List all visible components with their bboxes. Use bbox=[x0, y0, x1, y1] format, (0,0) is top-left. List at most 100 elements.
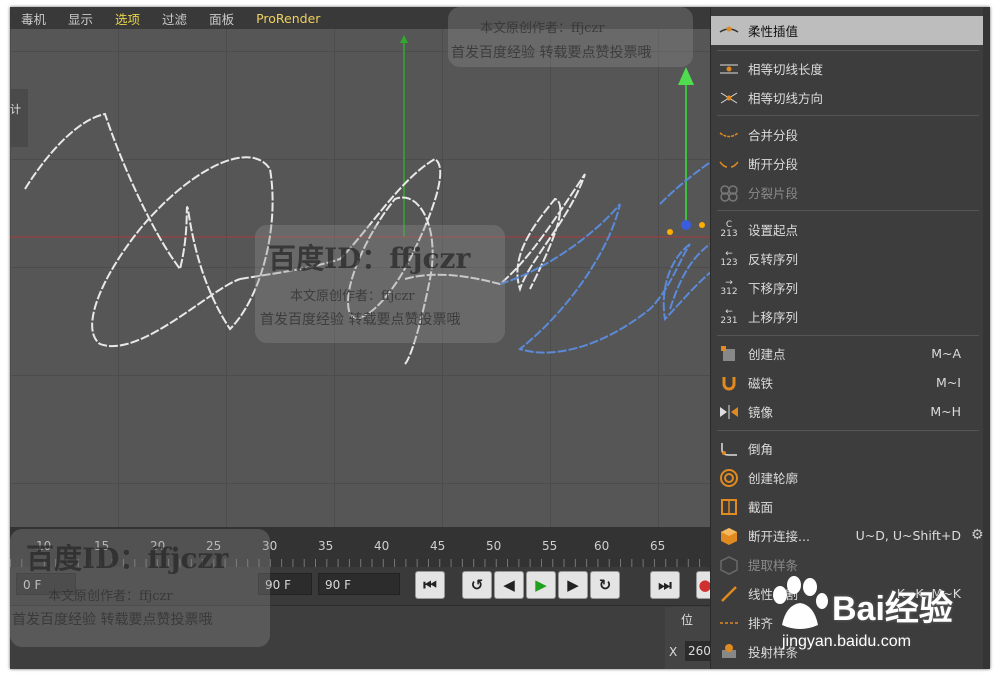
menu-item-reverse-sequence[interactable]: ← 123 反转序列 bbox=[711, 244, 983, 273]
mirror-icon bbox=[716, 401, 742, 423]
menu-item-disconnect[interactable]: 断开连接... U~D, U~Shift+D bbox=[711, 521, 983, 550]
tick-label: 65 bbox=[650, 539, 666, 553]
soft-interpolation-icon bbox=[716, 20, 742, 42]
tick-label: 60 bbox=[594, 539, 610, 553]
prev-frame-icon: ◀ bbox=[503, 576, 515, 594]
cinema4d-window: 毒机 显示 选项 过滤 面板 ProRender 计 10 15 20 25 3… bbox=[10, 7, 990, 669]
menu-item-label: 提取样条 bbox=[748, 558, 799, 573]
gizmo-y-arrow-icon bbox=[678, 67, 694, 85]
menu-item-explode-segments[interactable]: 分裂片段 bbox=[711, 178, 983, 207]
move-down-sequence-icon: → 312 bbox=[720, 277, 738, 297]
menu-item-label: 倒角 bbox=[748, 442, 774, 457]
menu-item-label: 镜像 bbox=[748, 405, 774, 420]
watermark-top-author: 本文原创作者：ffjczr bbox=[480, 21, 605, 36]
menu-item-cross-section[interactable]: 截面 bbox=[711, 492, 983, 521]
menu-item-move-up-sequence[interactable]: ← 231 上移序列 bbox=[711, 302, 983, 331]
next-key-icon: ↻ bbox=[598, 576, 612, 594]
next-key-button[interactable]: ↻ bbox=[590, 571, 620, 599]
play-icon: ▶ bbox=[535, 576, 547, 594]
menu-panel[interactable]: 面板 bbox=[198, 9, 245, 28]
menu-camera[interactable]: 毒机 bbox=[10, 9, 57, 28]
menu-item-label: 上移序列 bbox=[748, 310, 799, 325]
max-frame-field[interactable]: 90 F bbox=[318, 573, 400, 595]
play-button[interactable]: ▶ bbox=[526, 571, 556, 599]
menu-separator bbox=[717, 430, 979, 431]
baidu-jingyan-logo: Bai经验 jingyan.baidu.com bbox=[762, 575, 992, 655]
menu-item-label: 设置起点 bbox=[748, 223, 799, 238]
menu-item-label: 断开连接... bbox=[748, 529, 810, 544]
menu-item-join-segment[interactable]: 合并分段 bbox=[711, 120, 983, 149]
menu-item-create-point[interactable]: 创建点 M~A bbox=[711, 339, 983, 368]
watermark-bottom-note: 首发百度经验 转载要点赞投票哦 bbox=[12, 612, 213, 628]
tick-label: 55 bbox=[542, 539, 558, 553]
menu-item-move-down-sequence[interactable]: → 312 下移序列 bbox=[711, 273, 983, 302]
menu-display[interactable]: 显示 bbox=[57, 9, 104, 28]
x-label: X bbox=[669, 645, 678, 659]
menu-item-label: 截面 bbox=[748, 500, 774, 515]
menu-separator bbox=[717, 335, 979, 336]
menu-prorender[interactable]: ProRender bbox=[245, 11, 331, 26]
equal-tangent-direction-icon bbox=[716, 87, 742, 109]
menu-item-equal-tangent-direction[interactable]: 相等切线方向 bbox=[711, 83, 983, 112]
menu-item-set-first-point[interactable]: C 213 设置起点 bbox=[711, 215, 983, 244]
menu-item-label: 下移序列 bbox=[748, 281, 799, 296]
next-frame-button[interactable]: ▶ bbox=[558, 571, 588, 599]
set-first-point-icon: C 213 bbox=[720, 219, 738, 239]
menu-item-label: 相等切线长度 bbox=[748, 62, 824, 77]
menu-item-create-outline[interactable]: 创建轮廓 bbox=[711, 463, 983, 492]
menu-item-label: 断开分段 bbox=[748, 157, 799, 172]
move-up-sequence-icon: ← 231 bbox=[720, 306, 738, 326]
menu-item-mirror[interactable]: 镜像 M~H bbox=[711, 397, 983, 426]
skip-start-icon: ⏮ bbox=[423, 576, 437, 594]
prev-key-button[interactable]: ↺ bbox=[462, 571, 492, 599]
menu-item-magnet[interactable]: 磁铁 M~I bbox=[711, 368, 983, 397]
tick-label: 50 bbox=[486, 539, 502, 553]
logo-url: jingyan.baidu.com bbox=[782, 633, 911, 650]
menu-item-shortcut: M~H bbox=[930, 404, 961, 419]
join-segment-icon bbox=[716, 124, 742, 146]
watermark-top-note: 首发百度经验 转载要点赞投票哦 bbox=[451, 45, 652, 61]
baidu-paw-icon bbox=[773, 576, 828, 629]
menu-item-soft-interpolation[interactable]: 柔性插值 bbox=[711, 16, 983, 45]
menu-separator bbox=[717, 115, 979, 116]
magnet-icon bbox=[716, 372, 742, 394]
create-outline-icon bbox=[716, 467, 742, 489]
tangent-handle-left bbox=[667, 229, 673, 235]
explode-segments-icon bbox=[716, 182, 742, 204]
menu-item-chamfer[interactable]: 倒角 bbox=[711, 434, 983, 463]
disconnect-icon bbox=[716, 525, 742, 547]
gear-icon[interactable]: ⚙ bbox=[971, 527, 984, 543]
menu-item-label: 创建轮廓 bbox=[748, 471, 799, 486]
menu-separator bbox=[717, 210, 979, 211]
menu-item-label: 创建点 bbox=[748, 347, 786, 362]
menu-options[interactable]: 选项 bbox=[104, 9, 151, 28]
coords-label: 位 bbox=[681, 613, 694, 627]
tick-label: 45 bbox=[430, 539, 446, 553]
watermark-bottom-id: 百度ID：ffjczr bbox=[26, 542, 229, 575]
menu-separator bbox=[717, 50, 979, 51]
create-point-icon bbox=[716, 343, 742, 365]
menu-filter[interactable]: 过滤 bbox=[151, 9, 198, 28]
line-cut-icon bbox=[716, 583, 742, 605]
menu-scrollbar[interactable] bbox=[983, 7, 990, 669]
menu-item-label: 合并分段 bbox=[748, 128, 799, 143]
watermark-center-note: 首发百度经验 转载要点赞投票哦 bbox=[260, 312, 461, 328]
menu-item-label: 反转序列 bbox=[748, 252, 799, 267]
spline-blue bbox=[499, 158, 715, 354]
menu-item-shortcut: M~I bbox=[936, 375, 961, 390]
align-icon bbox=[716, 612, 742, 634]
menu-item-label: 相等切线方向 bbox=[748, 91, 824, 106]
watermark-center-author: 本文原创作者：ffjczr bbox=[290, 289, 415, 304]
go-to-start-button[interactable]: ⏮ bbox=[415, 571, 445, 599]
tick-label: 35 bbox=[318, 539, 334, 553]
prev-frame-button[interactable]: ◀ bbox=[494, 571, 524, 599]
menu-item-break-segment[interactable]: 断开分段 bbox=[711, 149, 983, 178]
watermark-bottom-author: 本文原创作者：ffjczr bbox=[48, 589, 173, 604]
menu-item-shortcut: M~A bbox=[931, 346, 961, 361]
menu-item-shortcut: U~D, U~Shift+D bbox=[855, 528, 961, 543]
menu-item-equal-tangent-length[interactable]: 相等切线长度 bbox=[711, 54, 983, 83]
next-frame-icon: ▶ bbox=[567, 576, 579, 594]
prev-key-icon: ↺ bbox=[470, 576, 484, 594]
reverse-sequence-icon: ← 123 bbox=[720, 248, 738, 268]
go-to-end-button[interactable]: ⏭ bbox=[650, 571, 680, 599]
